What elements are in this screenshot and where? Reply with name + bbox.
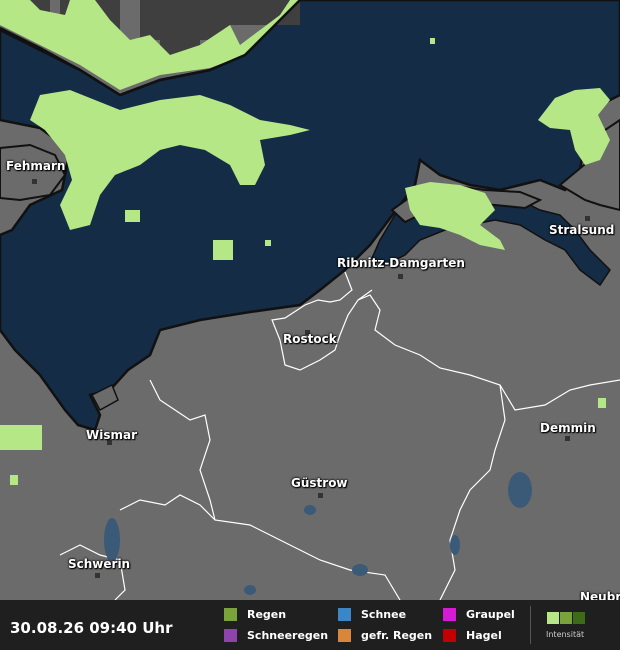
guestrow-marker [318, 493, 323, 498]
legend-item-schneeregen: Schneeregen [224, 628, 328, 642]
legend-swatch-graupel [443, 607, 456, 621]
legend-swatch-regen [224, 607, 237, 621]
city-label-rostock: Rostock [283, 332, 337, 346]
legend-swatch-hagel [443, 628, 456, 642]
legend-swatch-schnee [338, 607, 351, 621]
stralsund-marker [585, 216, 590, 221]
fehmarn-marker [32, 179, 37, 184]
intensity-label: Intensität [546, 630, 585, 639]
legend-divider [530, 606, 531, 644]
legend-swatch-schneeregen [224, 628, 237, 642]
legend-label-gefr-regen: gefr. Regen [361, 628, 433, 642]
legend-label-schnee: Schnee [361, 607, 407, 621]
legend-label-hagel: Hagel [466, 628, 502, 642]
intensity-swatch-low [547, 612, 559, 624]
city-label-fehmarn: Fehmarn [6, 159, 66, 173]
city-label-schwerin: Schwerin [68, 557, 131, 571]
legend-label-schneeregen: Schneeregen [247, 628, 329, 642]
legend-label-graupel: Graupel [466, 607, 515, 621]
intensity-swatch-high [573, 612, 585, 624]
intensity-swatch-mid [560, 612, 572, 624]
city-label-stralsund: Stralsund [549, 223, 615, 237]
city-label-demmin: Demmin [540, 421, 596, 435]
city-label-ribnitz-damgarten: Ribnitz-Damgarten [337, 256, 465, 270]
legend-item-graupel: Graupel [443, 607, 515, 621]
legend-bar: 30.08.26 09:40 Uhr Regen Schneeregen Sch… [0, 600, 620, 650]
legend-item-regen: Regen [224, 607, 286, 621]
legend-item-hagel: Hagel [443, 628, 502, 642]
legend-swatch-gefr-regen [338, 628, 351, 642]
city-label-guestrow: Güstrow [291, 476, 348, 490]
legend-label-regen: Regen [247, 607, 287, 621]
legend-item-gefr-regen: gefr. Regen [338, 628, 432, 642]
legend-item-schnee: Schnee [338, 607, 406, 621]
weather-radar-map[interactable]: Fehmarn Ribnitz-Damgarten Stralsund Rost… [0, 0, 620, 604]
map-canvas [0, 0, 620, 601]
ribnitz-marker [398, 274, 403, 279]
city-label-wismar: Wismar [86, 428, 138, 442]
intensity-scale [547, 612, 586, 624]
schwerin-marker [95, 573, 100, 578]
radar-timestamp: 30.08.26 09:40 Uhr [10, 619, 173, 637]
demmin-marker [565, 436, 570, 441]
